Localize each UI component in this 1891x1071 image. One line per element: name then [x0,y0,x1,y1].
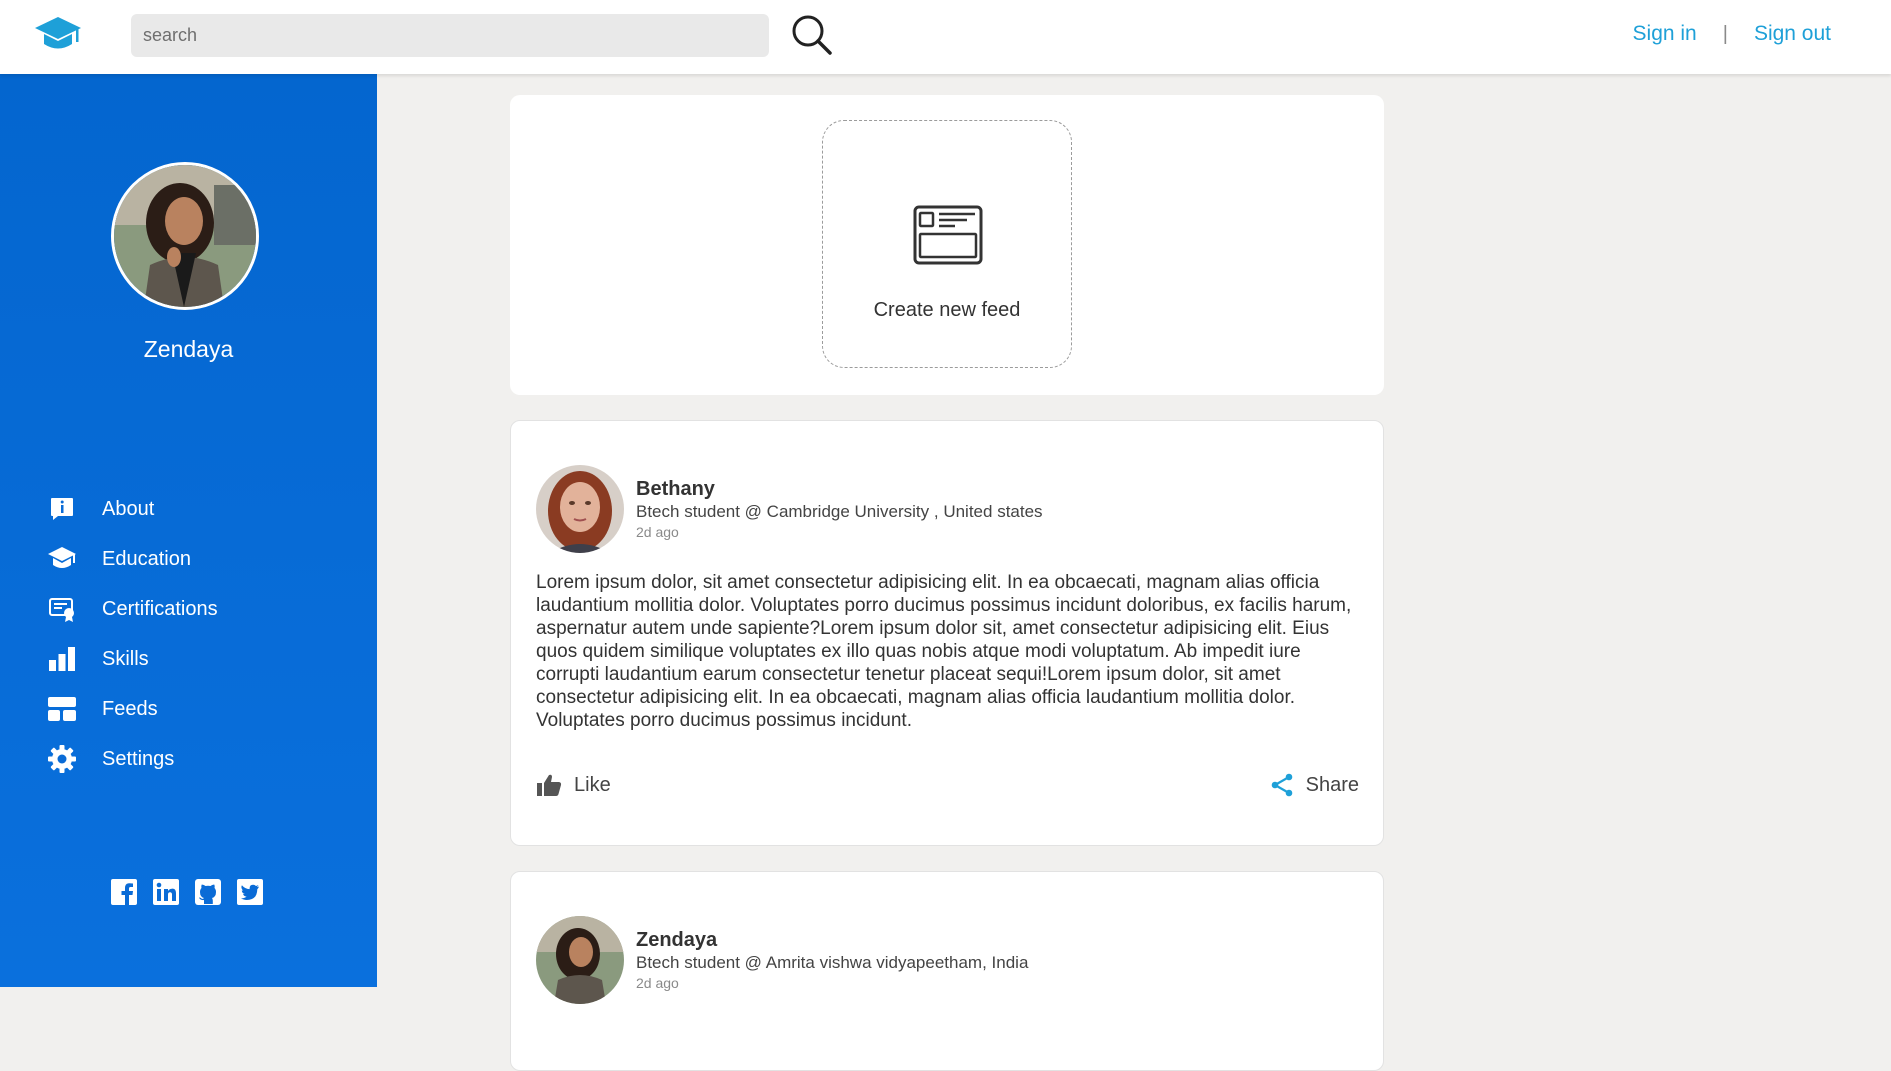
like-button[interactable]: Like [536,773,611,797]
like-label: Like [574,773,611,796]
sidebar-item-label: Skills [102,647,149,670]
auth-links: Sign in | Sign out [1633,22,1831,46]
create-feed-label: Create new feed [873,299,1021,321]
post-timestamp: 2d ago [636,975,679,991]
sidebar-item-education[interactable]: Education [46,534,218,584]
twitter-icon[interactable] [236,878,264,906]
create-feed-card: Create new feed [510,95,1384,395]
profile-photo [114,165,256,307]
certificate-icon [46,593,78,625]
sidebar-item-about[interactable]: About [46,484,218,534]
facebook-icon[interactable] [110,878,138,906]
sidebar-nav: About Education Certifications Skills Fe… [46,484,218,784]
sidebar-item-certifications[interactable]: Certifications [46,584,218,634]
sidebar-item-skills[interactable]: Skills [46,634,218,684]
post-body-text: Lorem ipsum dolor, sit amet consectetur … [536,572,1352,731]
gear-icon [46,743,78,775]
sidebar-item-label: Education [102,547,191,570]
sidebar: Zendaya About Education Certifications S… [0,74,377,987]
sign-in-link[interactable]: Sign in [1633,22,1697,46]
top-bar: Sign in | Sign out [0,0,1891,74]
graduation-cap-icon [46,543,78,575]
search-icon[interactable] [790,13,834,57]
feeds-layout-icon [46,693,78,725]
linkedin-icon[interactable] [152,878,180,906]
social-links [110,878,278,906]
sidebar-item-label: About [102,497,155,520]
profile-name: Zendaya [143,336,234,362]
sidebar-item-label: Settings [102,747,175,770]
auth-separator: | [1722,22,1728,45]
info-icon [46,493,78,525]
browser-window-icon [913,205,983,265]
post-author-avatar[interactable] [536,916,624,1004]
share-button[interactable]: Share [1270,773,1359,797]
sidebar-item-feeds[interactable]: Feeds [46,684,218,734]
create-feed-button[interactable]: Create new feed [822,120,1072,368]
post-author-name[interactable]: Bethany [636,478,715,501]
feed-post: Zendaya Btech student @ Amrita vishwa vi… [510,871,1384,1071]
post-author-name[interactable]: Zendaya [636,929,717,952]
thumbs-up-icon [537,774,562,796]
share-icon [1271,773,1292,797]
post-timestamp: 2d ago [636,524,679,540]
graduation-cap-logo-icon[interactable] [34,15,82,53]
bar-chart-icon [46,643,78,675]
sidebar-item-label: Feeds [102,697,158,720]
post-author-subtitle: Btech student @ Amrita vishwa vidyapeeth… [636,953,1029,972]
sign-out-link[interactable]: Sign out [1754,22,1831,46]
profile-avatar[interactable] [111,162,259,310]
post-author-photo [536,465,624,553]
post-author-photo [536,916,624,1004]
github-icon[interactable] [194,878,222,906]
search-input[interactable] [131,14,769,57]
post-author-avatar[interactable] [536,465,624,553]
share-label: Share [1305,773,1359,796]
sidebar-item-label: Certifications [102,597,218,620]
sidebar-item-settings[interactable]: Settings [46,734,218,784]
feed-post: Bethany Btech student @ Cambridge Univer… [510,420,1384,846]
post-author-subtitle: Btech student @ Cambridge University , U… [636,502,1043,521]
